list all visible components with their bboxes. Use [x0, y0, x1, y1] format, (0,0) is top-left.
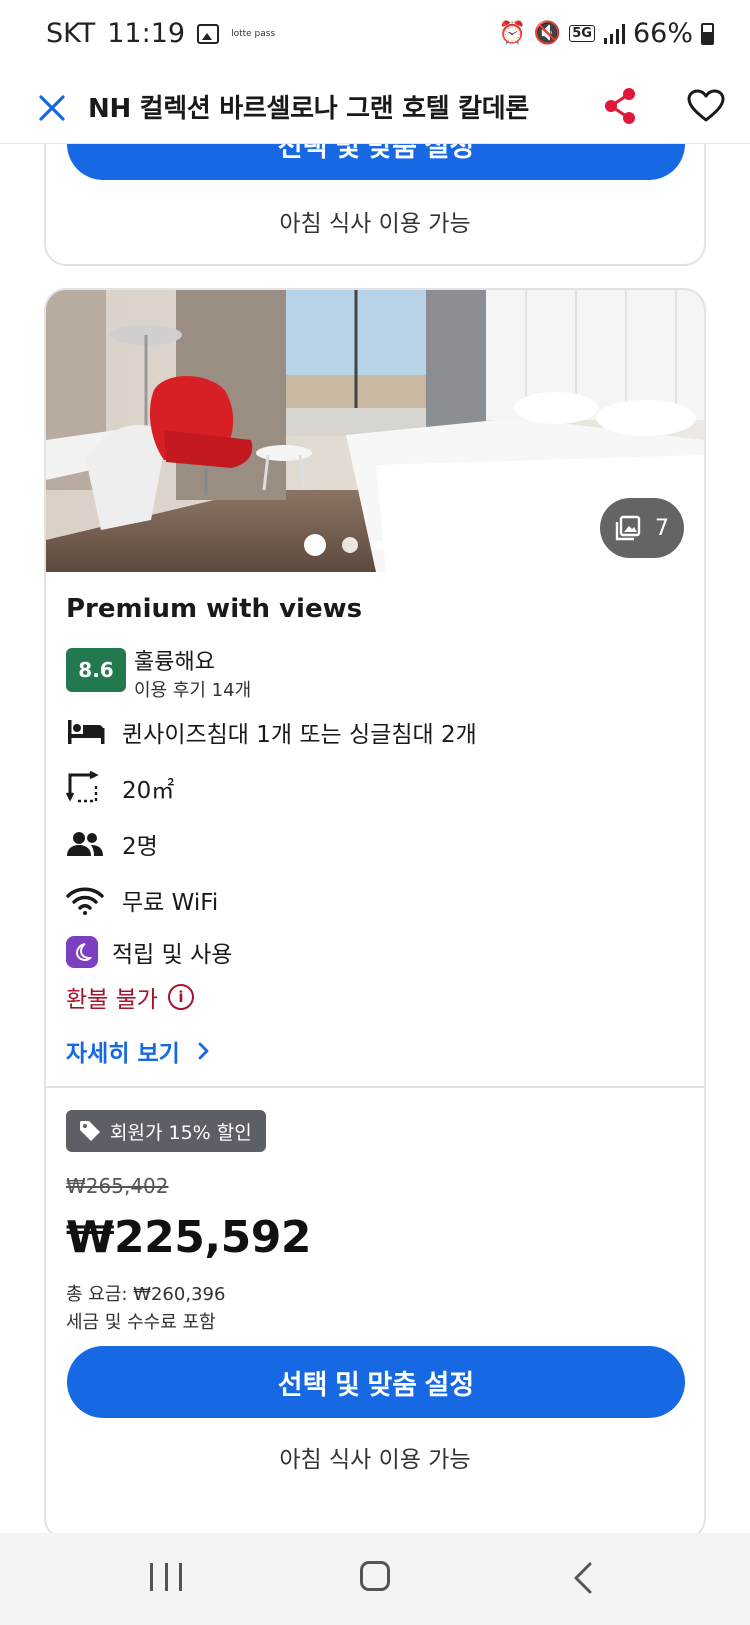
feature-occupancy: 2명 — [66, 824, 158, 864]
feature-occupancy-text: 2명 — [122, 834, 158, 860]
carousel-indicator[interactable] — [304, 534, 436, 556]
room-card: 7 Premium with views 8.6 훌륭해요 이용 후기 14개 … — [44, 288, 706, 1540]
feature-area: 20㎡ — [66, 768, 174, 808]
carousel-dot[interactable] — [400, 540, 410, 550]
carrier-label: SKT — [46, 18, 96, 49]
area-icon — [66, 771, 99, 803]
signal-icon — [603, 23, 625, 44]
total-price: 총 요금: ₩260,396 — [66, 1284, 226, 1305]
info-icon[interactable]: i — [167, 984, 194, 1010]
network-type: 5G — [569, 25, 595, 42]
battery-icon — [701, 22, 714, 45]
moon-icon — [66, 936, 98, 968]
feature-wifi-text: 무료 WiFi — [122, 890, 219, 916]
home-button[interactable] — [360, 1561, 390, 1591]
rating-score: 8.6 — [66, 648, 126, 692]
alarm-icon: ⏰ — [498, 21, 526, 46]
view-details-text: 자세히 보기 — [66, 1041, 180, 1067]
heart-icon — [687, 89, 725, 122]
breakfast-note: 아침 식사 이용 가능 — [279, 211, 471, 237]
share-icon — [605, 88, 635, 124]
people-icon — [67, 832, 103, 856]
discount-text: 회원가 15% 할인 — [110, 1121, 252, 1144]
feature-loyalty-text: 적립 및 사용 — [112, 942, 233, 968]
carousel-dot[interactable] — [374, 540, 384, 550]
refund-policy: 환불 불가 i — [66, 980, 194, 1014]
room-photo[interactable]: 7 — [46, 290, 704, 572]
discounted-price: ₩225,592 — [66, 1212, 311, 1263]
member-discount-badge: 회원가 15% 할인 — [66, 1110, 266, 1152]
feature-bed-text: 퀸사이즈침대 1개 또는 싱글침대 2개 — [122, 722, 477, 748]
rating-label: 훌륭해요 — [134, 650, 215, 675]
refund-text: 환불 불가 — [66, 987, 158, 1013]
feature-loyalty: 적립 및 사용 — [66, 932, 232, 972]
close-icon — [39, 95, 65, 121]
original-price: ₩265,402 — [66, 1174, 169, 1198]
back-icon — [574, 1562, 592, 1594]
recent-apps-button[interactable] — [150, 1563, 182, 1593]
photo-count: 7 — [655, 515, 669, 541]
carousel-dot[interactable] — [426, 540, 436, 550]
photo-gallery-button[interactable]: 7 — [600, 498, 684, 558]
app-header: NH 컬렉션 바르셀로나 그랜 호텔 칼데론 — [0, 72, 750, 144]
feature-area-text: 20㎡ — [122, 778, 175, 804]
select-customize-button[interactable]: 선택 및 맞춤 설정 — [67, 1346, 685, 1418]
tax-note: 세금 및 수수료 포함 — [66, 1312, 216, 1333]
app-notification-label: lotte pass — [231, 28, 276, 39]
carousel-dot[interactable] — [342, 537, 358, 553]
carousel-dot-active[interactable] — [304, 534, 326, 556]
breakfast-note: 아침 식사 이용 가능 — [279, 1447, 471, 1473]
status-bar: SKT 11:19 lotte pass ⏰ 🔇 5G 66% — [0, 0, 750, 72]
wifi-icon — [66, 887, 104, 915]
battery-percent: 66% — [632, 18, 693, 49]
view-details-link[interactable]: 자세히 보기 — [66, 1034, 210, 1068]
system-nav-bar — [0, 1533, 750, 1625]
feature-wifi: 무료 WiFi — [66, 880, 218, 920]
room-name: Premium with views — [66, 594, 363, 624]
back-button[interactable] — [570, 1561, 600, 1595]
feature-bed: 퀸사이즈침대 1개 또는 싱글침대 2개 — [66, 712, 477, 752]
gallery-icon — [615, 515, 641, 541]
tag-icon — [80, 1121, 100, 1141]
bed-icon — [68, 720, 105, 744]
chevron-right-icon — [198, 1042, 209, 1060]
divider — [46, 1086, 704, 1088]
clock: 11:19 — [107, 18, 186, 49]
page-title: NH 컬렉션 바르셀로나 그랜 호텔 칼데론 — [88, 94, 529, 124]
review-count[interactable]: 이용 후기 14개 — [134, 676, 251, 702]
close-button[interactable] — [28, 84, 76, 132]
mute-icon: 🔇 — [533, 21, 562, 46]
gallery-notification-icon — [197, 23, 220, 44]
share-button[interactable] — [596, 82, 644, 130]
favorite-button[interactable] — [682, 82, 730, 130]
